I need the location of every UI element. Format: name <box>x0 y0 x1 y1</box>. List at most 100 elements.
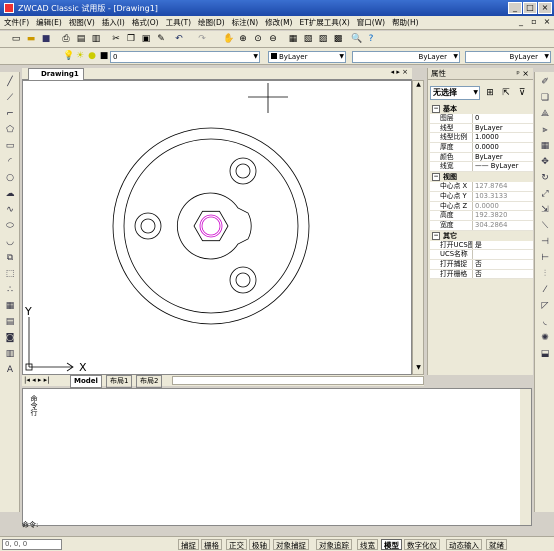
menu-draw[interactable]: 绘图(D) <box>198 17 225 28</box>
array-icon[interactable]: ▦ <box>539 140 551 152</box>
cut-icon[interactable]: ✂ <box>110 33 122 45</box>
menu-file[interactable]: 文件(F) <box>4 17 29 28</box>
properties-section[interactable]: − 视图 <box>430 172 533 183</box>
trim-icon[interactable]: ⊣ <box>539 236 551 248</box>
table-icon[interactable]: ▥ <box>4 348 16 360</box>
join-icon[interactable]: ⁄ <box>539 284 551 296</box>
tab-drawing1[interactable]: Drawing1 <box>28 68 84 80</box>
property-value[interactable]: 304.2864 <box>473 221 533 230</box>
menu-tools[interactable]: 工具(T) <box>166 17 191 28</box>
property-row[interactable]: 中心点 Z 0.0000 <box>430 201 533 212</box>
property-value[interactable]: ByLayer <box>473 124 533 133</box>
property-value[interactable]: 是 <box>473 241 533 250</box>
extend-icon[interactable]: ⊢ <box>539 252 551 264</box>
tool-palettes-icon[interactable]: ▨ <box>317 33 329 45</box>
property-row[interactable]: UCS名称 <box>430 250 533 260</box>
scale-icon[interactable]: ⤢ <box>539 188 551 200</box>
new-file-icon[interactable]: ▭ <box>10 33 22 45</box>
zoom-realtime-icon[interactable]: ⊕ <box>237 33 249 45</box>
find-icon[interactable]: 🔍 <box>350 33 362 45</box>
make-block-icon[interactable]: ⬚ <box>4 268 16 280</box>
menu-et-tools[interactable]: ET扩展工具(X) <box>299 17 349 28</box>
drawing-canvas[interactable]: X Y <box>22 80 412 375</box>
status-toggle[interactable]: 动态输入 <box>446 539 482 550</box>
mirror-icon[interactable]: ⟁ <box>539 108 551 120</box>
ellipse-arc-icon[interactable]: ◡ <box>4 236 16 248</box>
minimize-button[interactable]: _ <box>508 2 522 14</box>
lengthen-icon[interactable]: ⟍ <box>539 220 551 232</box>
property-value[interactable]: 1.0000 <box>473 133 533 142</box>
pickadd-icon[interactable]: ⊽ <box>516 87 528 99</box>
property-value[interactable]: 否 <box>473 270 533 279</box>
property-row[interactable]: 中心点 Y 103.3133 <box>430 191 533 202</box>
polyline-icon[interactable]: ⌐ <box>4 108 16 120</box>
menu-insert[interactable]: 插入(I) <box>102 17 125 28</box>
properties-section[interactable]: − 其它 <box>430 230 533 241</box>
menu-dimension[interactable]: 标注(N) <box>232 17 258 28</box>
property-value[interactable]: 192.3820 <box>473 211 533 220</box>
stretch-icon[interactable]: ⇲ <box>539 204 551 216</box>
properties-match-icon[interactable]: ⬓ <box>539 348 551 360</box>
status-toggle[interactable]: 对象追踪 <box>316 539 352 550</box>
property-value[interactable]: 0.0000 <box>473 202 533 211</box>
help-icon[interactable]: ? <box>365 33 377 45</box>
command-prompt[interactable]: 命令: <box>22 520 82 530</box>
quick-select-icon[interactable]: ⊞ <box>484 87 496 99</box>
line-icon[interactable]: ╱ <box>4 76 16 88</box>
close-button[interactable]: × <box>538 2 552 14</box>
redo-icon[interactable]: ↷ <box>196 33 208 45</box>
open-file-icon[interactable]: ▬ <box>25 33 37 45</box>
tab-layout2[interactable]: 布局2 <box>136 375 163 388</box>
region-icon[interactable]: ◙ <box>4 332 16 344</box>
command-window[interactable] <box>22 388 532 526</box>
property-value[interactable]: 127.8764 <box>473 182 533 191</box>
undo-icon[interactable]: ↶ <box>173 33 185 45</box>
erase-icon[interactable]: ✐ <box>539 76 551 88</box>
status-toggle[interactable]: 栅格 <box>201 539 222 550</box>
property-row[interactable]: 打开捕捉否 <box>430 259 533 270</box>
rotate-icon[interactable]: ↻ <box>539 172 551 184</box>
property-row[interactable]: 线型比例 1.0000 <box>430 133 533 144</box>
spline-icon[interactable]: ∿ <box>4 204 16 216</box>
menu-view[interactable]: 视图(V) <box>69 17 95 28</box>
print-preview-icon[interactable]: ▤ <box>75 33 87 45</box>
match-properties-icon[interactable]: ✎ <box>155 33 167 45</box>
canvas-vertical-scrollbar[interactable]: ▲ ▼ <box>412 80 424 375</box>
linetype-combo[interactable]: ByLayer ▼ <box>352 51 460 63</box>
command-scrollbar[interactable] <box>520 389 531 525</box>
properties-section[interactable]: − 基本 <box>430 104 533 114</box>
select-objects-icon[interactable]: ⇱ <box>500 87 512 99</box>
menu-edit[interactable]: 编辑(E) <box>36 17 62 28</box>
property-row[interactable]: 宽度 304.2864 <box>430 220 533 231</box>
rectangle-icon[interactable]: ▭ <box>4 140 16 152</box>
layer-combo[interactable]: 0 ▼ <box>110 51 260 63</box>
gradient-icon[interactable]: ▤ <box>4 316 16 328</box>
explode-icon[interactable]: ✺ <box>539 332 551 344</box>
lineweight-combo[interactable]: ByLayer ▼ <box>465 51 551 63</box>
property-value[interactable]: 0.0000 <box>473 143 533 152</box>
property-row[interactable]: 线宽 —— ByLayer <box>430 162 533 173</box>
mtext-icon[interactable]: A <box>4 364 16 376</box>
ray-icon[interactable]: ⟋ <box>4 92 16 104</box>
move-icon[interactable]: ✥ <box>539 156 551 168</box>
status-toggle[interactable]: 模型 <box>381 539 402 550</box>
offset-icon[interactable]: ⫸ <box>539 124 551 136</box>
color-combo[interactable]: ByLayer ▼ <box>268 51 346 63</box>
tab-layout1[interactable]: 布局1 <box>106 375 133 388</box>
drawing-svg[interactable]: X Y <box>23 81 413 376</box>
scroll-up-icon[interactable]: ▲ <box>414 81 423 91</box>
property-value[interactable]: ByLayer <box>473 153 533 162</box>
zoom-window-icon[interactable]: ⊙ <box>252 33 264 45</box>
calculator-icon[interactable]: ▩ <box>332 33 344 45</box>
scroll-down-icon[interactable]: ▼ <box>414 364 423 374</box>
properties-icon[interactable]: ▦ <box>287 33 299 45</box>
property-row[interactable]: 中心点 X 127.8764 <box>430 182 533 192</box>
collapse-icon[interactable]: − <box>432 231 440 240</box>
status-toggle[interactable]: 捕捉 <box>178 539 199 550</box>
status-toggle[interactable]: 对象捕捉 <box>273 539 309 550</box>
property-row[interactable]: 厚度 0.0000 <box>430 143 533 153</box>
property-value[interactable]: 否 <box>473 260 533 269</box>
status-toggle[interactable]: 数字化仪 <box>404 539 440 550</box>
property-row[interactable]: 打开UCS图标是 <box>430 240 533 251</box>
copy-icon[interactable]: ❐ <box>125 33 137 45</box>
